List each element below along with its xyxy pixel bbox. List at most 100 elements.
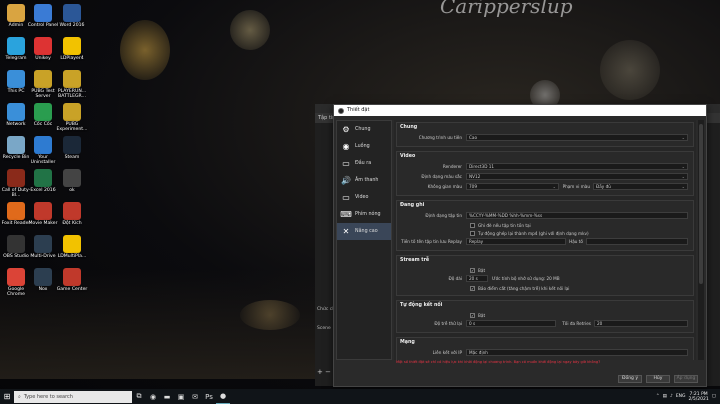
desktop-icon[interactable]: LDPlayer4 bbox=[57, 37, 87, 61]
chrome-icon[interactable]: ◉ bbox=[146, 389, 160, 404]
sidebar-item-monitor[interactable]: ▭ Video bbox=[337, 189, 391, 206]
desktop-icon[interactable]: Cốc Cốc bbox=[28, 103, 58, 127]
color-space-select[interactable]: 709 ⌄ bbox=[466, 183, 559, 190]
desktop-icon[interactable]: Google Chrome bbox=[1, 268, 31, 298]
preserve-cutoff-row[interactable]: ✓ Bảo điểm cắt (tăng chậm trễ) khi kết n… bbox=[400, 284, 690, 292]
color-format-select[interactable]: NV12 ⌄ bbox=[466, 173, 688, 180]
filename-format-input[interactable]: %CCYY-%MM-%DD %hh-%mm-%ss bbox=[466, 212, 688, 219]
add-scene-icon[interactable]: + − bbox=[317, 368, 331, 376]
replay-prefix-input[interactable]: Replay bbox=[466, 238, 566, 245]
desktop-icon-label: Đột Kích bbox=[62, 221, 82, 226]
max-retries-label: Tối đa Retries bbox=[562, 321, 591, 326]
process-priority-select[interactable]: Cao ⌄ bbox=[466, 134, 688, 141]
replay-prefix-label: Tiền tố tên tập tin lưu Replay bbox=[401, 239, 462, 244]
volume-icon[interactable]: ♪ bbox=[670, 394, 673, 399]
settings-title: Thiết đặt bbox=[347, 107, 370, 113]
taskbar-search[interactable]: ⌕ Type here to search bbox=[14, 390, 132, 403]
sidebar-item-gear[interactable]: ⚙ Chung bbox=[337, 121, 391, 138]
desktop-icon[interactable]: Word 2016 bbox=[57, 4, 87, 28]
desktop-icon[interactable]: Nox bbox=[28, 268, 58, 292]
pubg-icon bbox=[63, 70, 81, 88]
sidebar-item-stream[interactable]: ◉ Luồng bbox=[337, 138, 391, 155]
cancel-button[interactable]: Hủy bbox=[646, 375, 670, 383]
bind-ip-select[interactable]: Mặc định bbox=[466, 349, 688, 356]
group-video-title: Video bbox=[400, 154, 416, 159]
chevron-down-icon: ⌄ bbox=[552, 184, 556, 189]
renderer-select[interactable]: Direct3D 11 ⌄ bbox=[466, 163, 688, 170]
chevron-up-icon[interactable]: ⌃ bbox=[656, 394, 660, 399]
desktop-icon[interactable]: Excel 2016 bbox=[28, 169, 58, 193]
color-range-value: Đầy đủ bbox=[596, 184, 611, 189]
scrollbar-thumb[interactable] bbox=[699, 124, 703, 284]
desktop-icon[interactable]: PLAYERUN... BATTLEGR... bbox=[57, 70, 87, 100]
obs-scene-label[interactable]: Scene bbox=[317, 326, 331, 331]
color-range-select[interactable]: Đầy đủ ⌄ bbox=[593, 183, 688, 190]
desktop-icon[interactable]: ok bbox=[57, 169, 87, 193]
desktop-icon[interactable]: PUBG Experiment... bbox=[57, 103, 87, 133]
chevron-down-icon: ⌄ bbox=[681, 164, 685, 169]
network-tray-icon[interactable]: ▤ bbox=[663, 394, 667, 399]
desktop-icon[interactable]: Unikey bbox=[28, 37, 58, 61]
desktop-icon-label: LDPlayer4 bbox=[60, 56, 84, 61]
desktop-icon[interactable]: Đột Kích bbox=[57, 202, 87, 226]
windows-start-icon[interactable]: ⊞ bbox=[0, 389, 14, 404]
notification-icon[interactable]: ▢ bbox=[712, 394, 716, 399]
pubg-icon bbox=[34, 70, 52, 88]
mail-icon[interactable]: ✉ bbox=[188, 389, 202, 404]
clock[interactable]: 7:21 PM 2/5/2021 bbox=[689, 392, 709, 402]
max-retries-spinbox[interactable]: 20 bbox=[594, 320, 688, 327]
word-icon bbox=[63, 4, 81, 22]
obs-icon[interactable]: ● bbox=[216, 389, 230, 404]
sidebar-item-output[interactable]: ▭ Đầu ra bbox=[337, 155, 391, 172]
ok-button[interactable]: Đồng ý bbox=[618, 375, 642, 383]
recycle-bin-icon bbox=[7, 136, 25, 154]
desktop-icon[interactable]: LDMultiPla... bbox=[57, 235, 87, 259]
chrome-icon bbox=[7, 268, 25, 286]
system-tray: ⌃ ▤ ♪ ENG 7:21 PM 2/5/2021 ▢ bbox=[656, 392, 720, 402]
nox-icon bbox=[34, 268, 52, 286]
retry-delay-spinbox[interactable]: 0 s bbox=[466, 320, 556, 327]
sidebar-item-keyboard[interactable]: ⌨ Phím nóng bbox=[337, 206, 391, 223]
task-view-icon[interactable]: ⧉ bbox=[132, 389, 146, 404]
file-explorer-icon[interactable]: ▬ bbox=[160, 389, 174, 404]
monitor-icon: ▭ bbox=[342, 193, 350, 202]
stream-delay-enable-row[interactable]: ✓ Bật bbox=[400, 266, 690, 274]
store-icon[interactable]: ▣ bbox=[174, 389, 188, 404]
desktop-icon[interactable]: PUBG Test Server bbox=[28, 70, 58, 100]
sidebar-item-tools[interactable]: ✕ Nâng cao bbox=[337, 223, 391, 240]
autoremux-checkbox-row[interactable]: Tự động ghép lại thành mp4 (ghi với định… bbox=[400, 229, 690, 237]
color-format-label: Định dạng màu sắc bbox=[421, 174, 462, 179]
desktop-icon[interactable]: Game Center bbox=[57, 268, 87, 292]
reconnect-enable-row[interactable]: ✓ Bật bbox=[400, 311, 690, 319]
replay-suffix-input[interactable] bbox=[586, 238, 688, 245]
stream-delay-duration-spinbox[interactable]: 20 s bbox=[466, 275, 488, 282]
desktop-icon-label: LDMultiPla... bbox=[57, 254, 87, 259]
stream-delay-memory-text: Ước tính bộ nhớ sử dụng: 20 MB bbox=[492, 276, 560, 281]
stream-delay-enable-checkbox[interactable]: ✓ bbox=[470, 267, 475, 273]
settings-titlebar[interactable]: Thiết đặt bbox=[334, 105, 706, 116]
settings-content: Chung Chương trình ưu tiên Cao ⌄ Video R… bbox=[394, 120, 696, 360]
desktop-icon[interactable]: Call of Duty-Bl... bbox=[1, 169, 31, 199]
preserve-cutoff-checkbox[interactable]: ✓ bbox=[470, 285, 475, 291]
overwrite-checkbox-row[interactable]: Ghi đè nếu tập tin tồn tại bbox=[400, 221, 690, 229]
apply-button[interactable]: Áp dụng bbox=[674, 375, 698, 383]
pubg-icon bbox=[63, 103, 81, 121]
sidebar-item-audio[interactable]: 🔊 Âm thanh bbox=[337, 172, 391, 189]
desktop-icon[interactable]: Movie Maker bbox=[28, 202, 58, 226]
clock-date: 2/5/2021 bbox=[688, 396, 709, 402]
reconnect-enable-checkbox[interactable]: ✓ bbox=[470, 312, 475, 318]
output-icon: ▭ bbox=[342, 159, 350, 168]
photoshop-icon[interactable]: Ps bbox=[202, 389, 216, 404]
autoremux-checkbox[interactable] bbox=[470, 230, 475, 236]
chevron-down-icon: ⌄ bbox=[681, 174, 685, 179]
desktop-icon[interactable]: Your Uninstaller bbox=[28, 136, 58, 166]
desktop-icon[interactable]: Steam bbox=[57, 136, 87, 160]
settings-scrollbar[interactable] bbox=[698, 120, 704, 360]
group-video: Video Renderer Direct3D 11 ⌄ Định dạng m… bbox=[396, 151, 694, 196]
language-indicator[interactable]: ENG bbox=[676, 394, 686, 399]
overwrite-checkbox[interactable] bbox=[470, 222, 475, 228]
desktop-icon[interactable]: Multi-Drive bbox=[28, 235, 58, 259]
desktop-icon[interactable]: Control Panel bbox=[28, 4, 58, 28]
steam-icon bbox=[63, 136, 81, 154]
computer-icon bbox=[7, 70, 25, 88]
